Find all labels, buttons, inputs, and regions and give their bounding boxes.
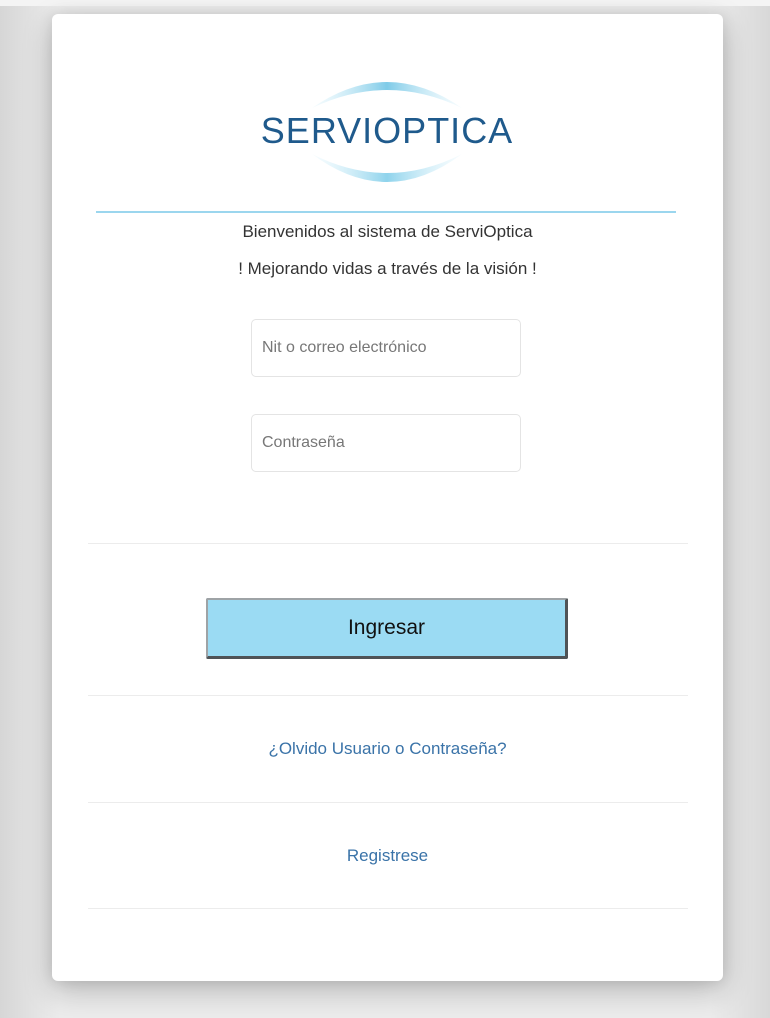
user-input[interactable] <box>251 319 521 377</box>
logo-bottom-arc <box>312 154 462 182</box>
divider <box>88 908 688 909</box>
password-input[interactable] <box>251 414 521 472</box>
welcome-text: Bienvenidos al sistema de ServiOptica <box>242 222 533 241</box>
tagline-text: ! Mejorando vidas a través de la visión … <box>238 259 537 278</box>
logo-wordmark: SERVIOPTICA <box>261 110 513 151</box>
logo-top-arc <box>312 82 462 108</box>
divider <box>88 543 688 544</box>
browser-top-strip <box>0 0 770 6</box>
divider <box>88 802 688 803</box>
login-button[interactable]: Ingresar <box>206 598 568 659</box>
servioptica-logo: SERVIOPTICA <box>242 70 532 200</box>
forgot-credentials-link[interactable]: ¿Olvido Usuario o Contraseña? <box>52 739 723 759</box>
register-link[interactable]: Registrese <box>52 846 723 866</box>
login-card: SERVIOPTICA Bienvenidos al sistema de Se… <box>52 14 723 981</box>
header-rule <box>96 211 676 213</box>
divider <box>88 695 688 696</box>
